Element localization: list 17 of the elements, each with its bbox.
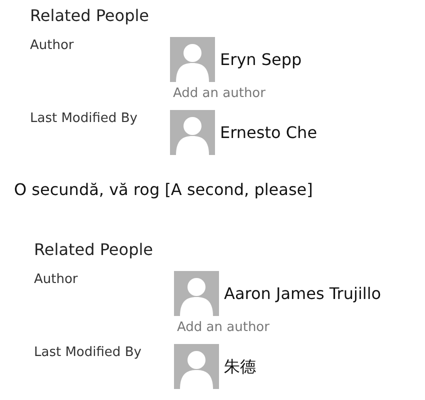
- field-label: Author: [30, 37, 75, 55]
- field-label: Last Modified By: [34, 344, 142, 362]
- person-name[interactable]: Ernesto Che: [220, 122, 318, 144]
- avatar-icon: [174, 344, 219, 389]
- person-name[interactable]: Aaron James Trujillo: [224, 282, 382, 304]
- field-label: Last Modified By: [30, 110, 138, 128]
- section-title: Related People: [30, 5, 150, 27]
- add-author-link[interactable]: Add an author: [177, 316, 270, 340]
- avatar-icon: [170, 110, 215, 155]
- avatar-icon: [170, 37, 215, 82]
- person-name[interactable]: 朱德: [224, 356, 256, 378]
- person-name[interactable]: Eryn Sepp: [220, 48, 302, 70]
- add-author-link[interactable]: Add an author: [173, 82, 266, 106]
- section-title: Related People: [34, 239, 154, 261]
- field-label: Author: [34, 271, 79, 289]
- avatar-icon: [174, 271, 219, 316]
- caption-text: O secundă, vă rog [A second, please]: [13, 179, 314, 201]
